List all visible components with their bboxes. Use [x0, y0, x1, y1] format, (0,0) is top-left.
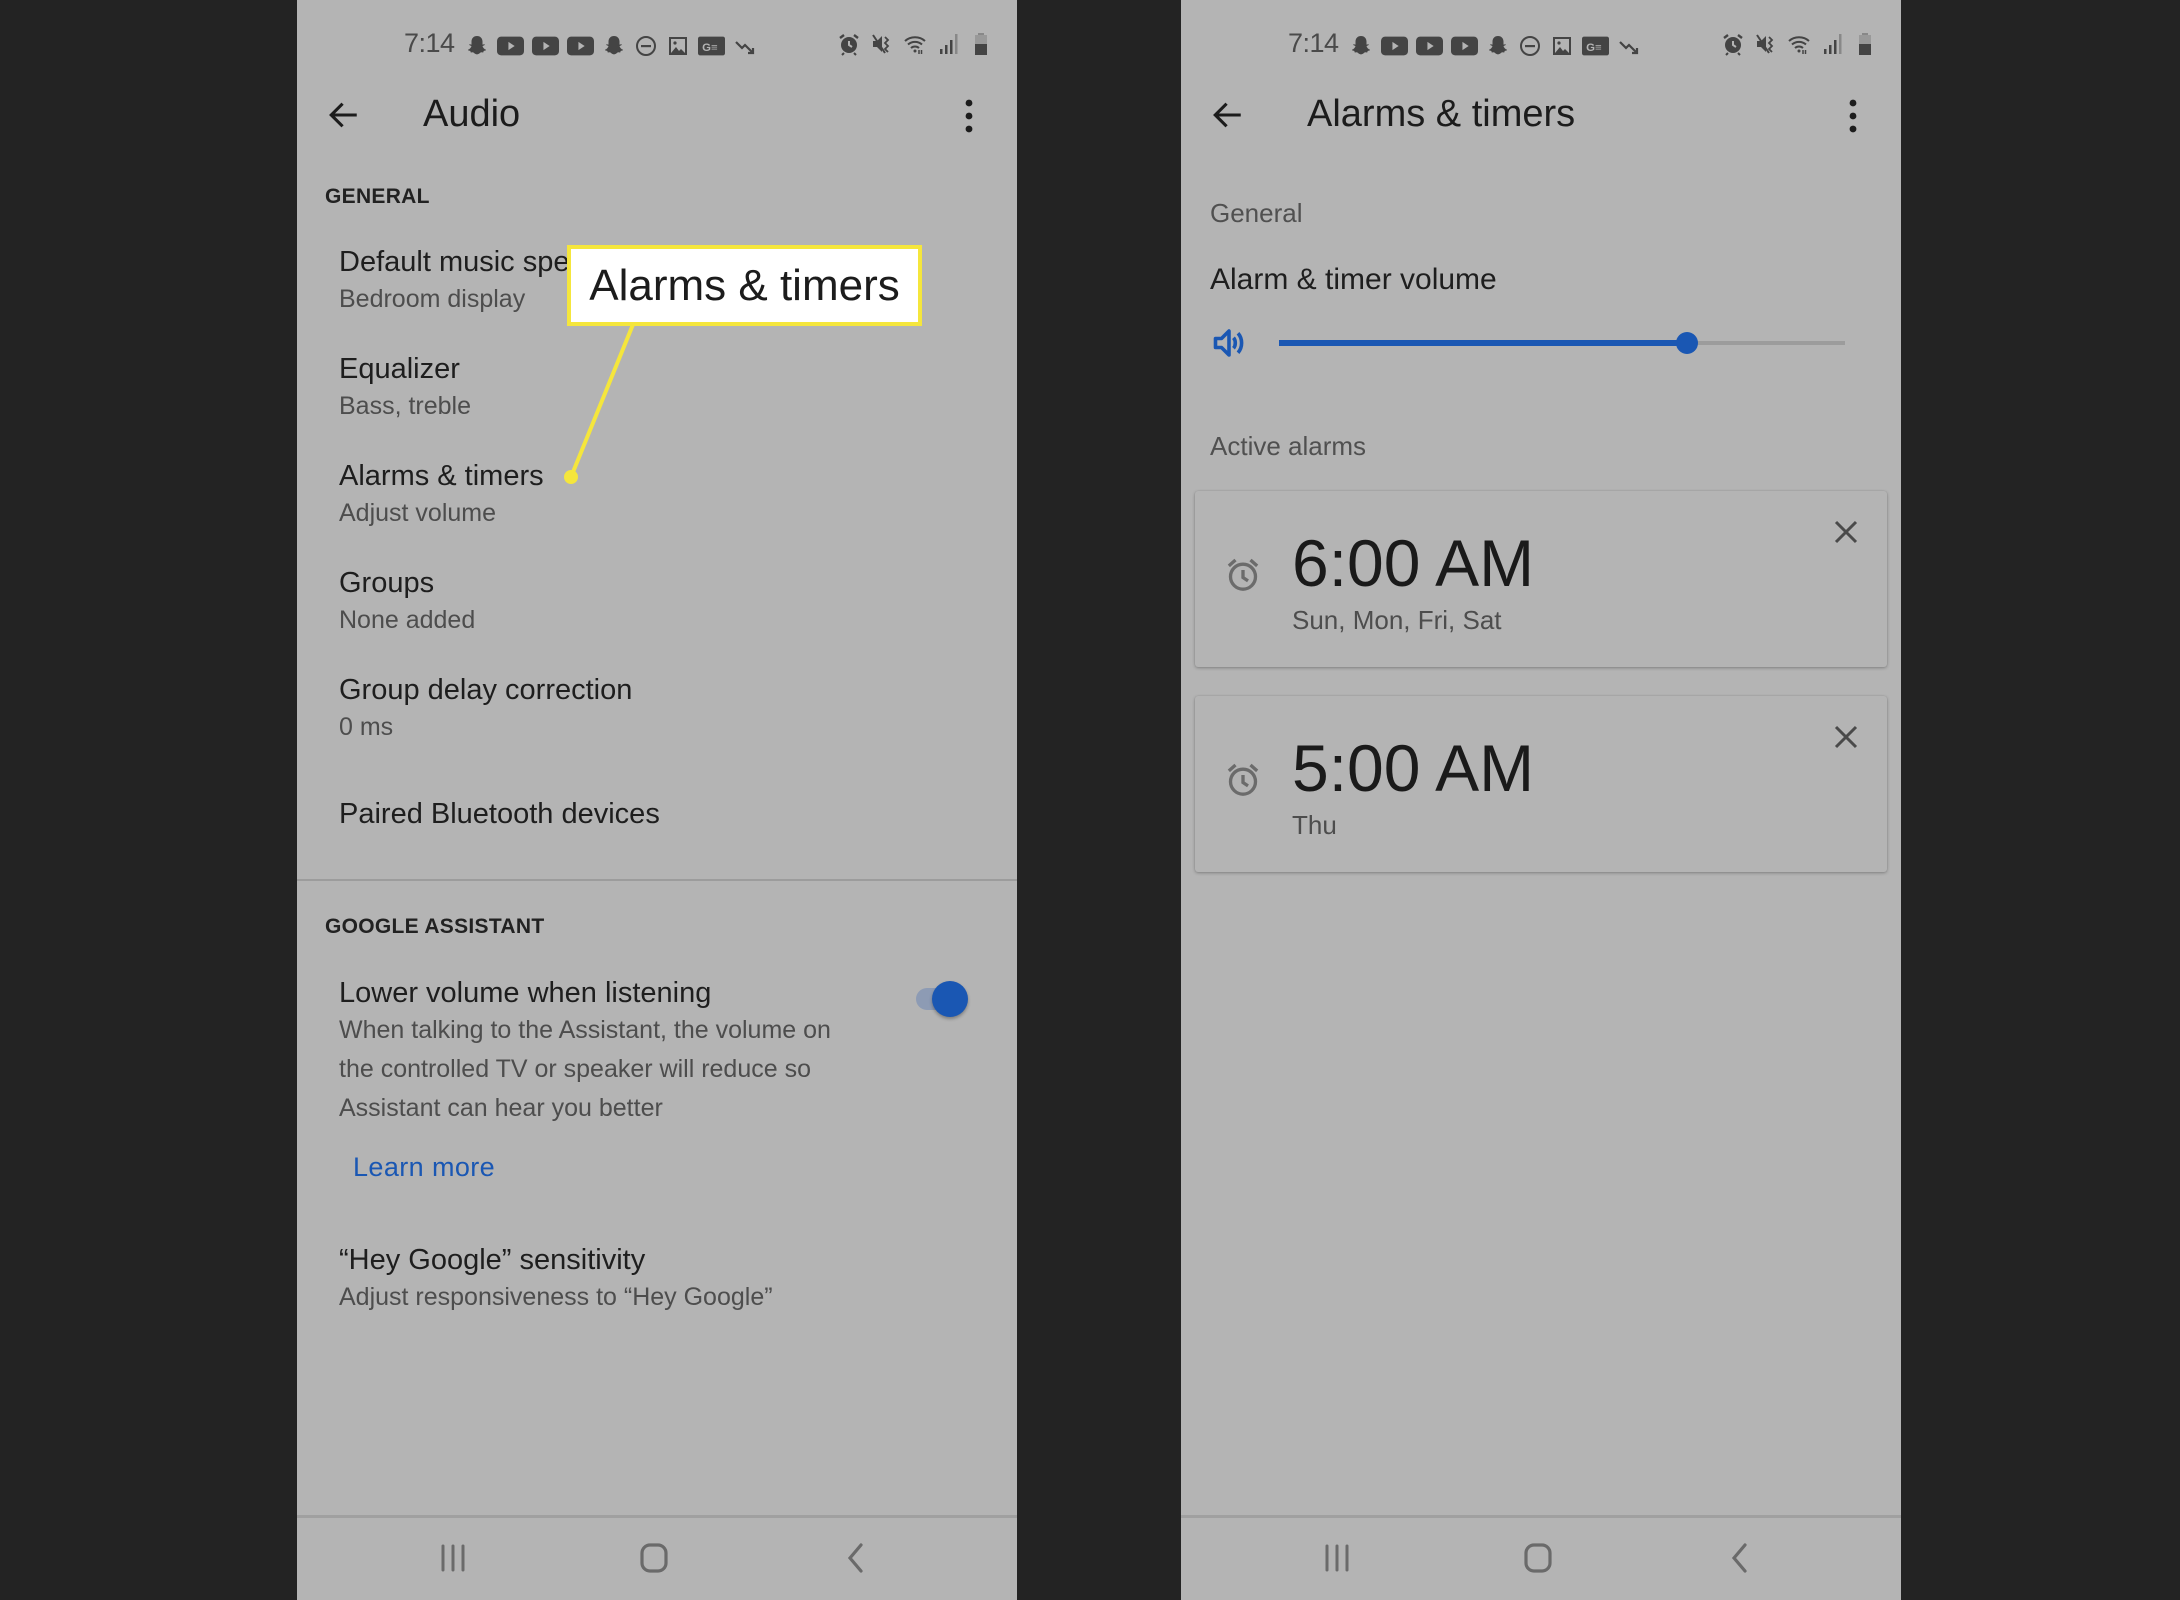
youtube-icon: [1451, 34, 1478, 58]
nav-bar-divider: [297, 1515, 1017, 1518]
volume-label: Alarm & timer volume: [1210, 263, 1497, 296]
snapchat-icon: [602, 34, 626, 58]
callout-label: Alarms & timers: [567, 245, 922, 326]
list-item-equalizer[interactable]: Equalizer Bass, treble: [339, 351, 979, 426]
alarm-clock-icon: [1223, 760, 1263, 800]
back-arrow-icon[interactable]: [327, 98, 361, 132]
list-item-alarms-timers[interactable]: Alarms & timers Adjust volume: [339, 458, 979, 533]
alarm-card[interactable]: 6:00 AM Sun, Mon, Fri, Sat: [1195, 491, 1887, 667]
do-not-disturb-icon: [634, 34, 658, 58]
section-header-google-assistant: GOOGLE ASSISTANT: [325, 915, 545, 938]
recent-apps-icon[interactable]: [1317, 1538, 1357, 1578]
alarm-clock-icon: [1223, 555, 1263, 595]
ge-icon: [1582, 34, 1609, 58]
back-arrow-icon[interactable]: [1211, 98, 1245, 132]
alarm-icon: [837, 32, 861, 56]
home-icon[interactable]: [634, 1538, 674, 1578]
item-subtitle: 0 ms: [339, 713, 394, 741]
toggle-thumb: [932, 981, 968, 1017]
section-header-general: GENERAL: [325, 185, 430, 208]
snapchat-icon: [1486, 34, 1510, 58]
ge-icon: [698, 34, 725, 58]
list-item-lower-volume-when-listening[interactable]: Lower volume when listening When talking…: [339, 975, 899, 1128]
list-item-group-delay-correction[interactable]: Group delay correction 0 ms: [339, 672, 979, 747]
trending-down-icon: [1617, 34, 1641, 58]
section-label-general: General: [1210, 198, 1303, 228]
signal-icon: [936, 32, 960, 56]
item-title: Paired Bluetooth devices: [339, 798, 660, 830]
list-item-hey-google-sensitivity[interactable]: “Hey Google” sensitivity Adjust responsi…: [339, 1242, 979, 1317]
item-subtitle: None added: [339, 606, 476, 634]
list-item-paired-bluetooth-devices[interactable]: Paired Bluetooth devices: [339, 796, 979, 832]
youtube-icon: [497, 34, 524, 58]
gallery-icon: [1550, 34, 1574, 58]
snapchat-icon: [465, 34, 489, 58]
alarm-days: Thu: [1292, 810, 1337, 840]
status-time: 7:14: [404, 28, 455, 58]
snapchat-icon: [1349, 34, 1373, 58]
page-title: Audio: [423, 93, 521, 135]
youtube-icon: [567, 34, 594, 58]
vibrate-mute-icon: [870, 32, 894, 56]
section-label-active-alarms: Active alarms: [1210, 431, 1367, 461]
item-subtitle: Bass, treble: [339, 392, 472, 420]
home-icon[interactable]: [1518, 1538, 1558, 1578]
more-options-icon[interactable]: [959, 98, 979, 134]
item-subtitle: Adjust responsiveness to “Hey Google”: [339, 1283, 773, 1311]
alarm-card[interactable]: 5:00 AM Thu: [1195, 696, 1887, 872]
learn-more-link[interactable]: Learn more: [353, 1152, 495, 1183]
lower-volume-toggle[interactable]: [912, 978, 972, 1018]
youtube-icon: [1416, 34, 1443, 58]
gallery-icon: [666, 34, 690, 58]
battery-icon: [1853, 32, 1877, 56]
item-title: “Hey Google” sensitivity: [339, 1244, 646, 1276]
item-subtitle: Adjust volume: [339, 499, 497, 527]
wifi-icon: [903, 32, 927, 56]
item-title: Lower volume when listening: [339, 977, 712, 1009]
trending-down-icon: [733, 34, 757, 58]
alarm-time: 5:00 AM: [1292, 731, 1535, 805]
close-icon[interactable]: [1831, 517, 1861, 547]
nav-bar-divider: [1181, 1515, 1901, 1518]
recent-apps-icon[interactable]: [433, 1538, 473, 1578]
youtube-icon: [1381, 34, 1408, 58]
status-time: 7:14: [1288, 28, 1339, 58]
item-description-line: Assistant can hear you better: [339, 1094, 663, 1122]
list-item-groups[interactable]: Groups None added: [339, 565, 979, 640]
slider-fill: [1279, 340, 1687, 346]
alarm-icon: [1721, 32, 1745, 56]
close-icon[interactable]: [1831, 722, 1861, 752]
status-bar: 7:14: [297, 28, 1017, 64]
item-title: Groups: [339, 567, 435, 599]
item-title: Alarms & timers: [339, 460, 544, 492]
alarm-time: 6:00 AM: [1292, 526, 1535, 600]
item-title: Equalizer: [339, 353, 460, 385]
section-divider: [297, 879, 1017, 881]
alarm-days: Sun, Mon, Fri, Sat: [1292, 605, 1502, 635]
do-not-disturb-icon: [1518, 34, 1542, 58]
item-description-line: When talking to the Assistant, the volum…: [339, 1016, 831, 1044]
more-options-icon[interactable]: [1843, 98, 1863, 134]
battery-icon: [969, 32, 993, 56]
audio-settings-screen: 7:14 Audio GENERAL Default music speaker…: [297, 0, 1017, 1600]
alarms-timers-screen: 7:14 Alarms & timers General Alarm & tim…: [1181, 0, 1901, 1600]
page-title: Alarms & timers: [1307, 93, 1576, 135]
nav-back-icon[interactable]: [836, 1538, 876, 1578]
status-bar: 7:14: [1181, 28, 1901, 64]
volume-icon: [1211, 325, 1247, 361]
item-description-line: the controlled TV or speaker will reduce…: [339, 1055, 811, 1083]
slider-thumb[interactable]: [1675, 332, 1698, 354]
vibrate-mute-icon: [1754, 32, 1778, 56]
youtube-icon: [532, 34, 559, 58]
item-title: Group delay correction: [339, 674, 633, 706]
nav-back-icon[interactable]: [1720, 1538, 1760, 1578]
signal-icon: [1820, 32, 1844, 56]
wifi-icon: [1787, 32, 1811, 56]
alarm-volume-slider[interactable]: [1279, 326, 1845, 360]
